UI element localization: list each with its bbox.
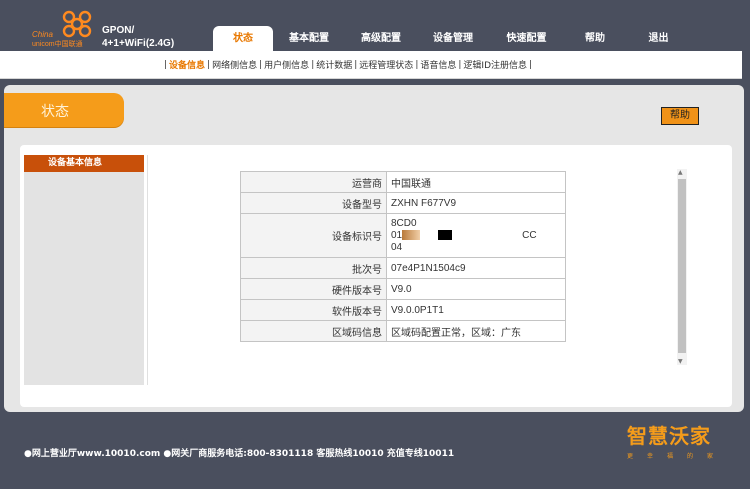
subnav-remote-management[interactable]: 远程管理状态 (359, 58, 413, 71)
subnav-statistics[interactable]: 统计数据 (316, 58, 352, 71)
device-info-table: 运营商 中国联通 设备型号 ZXHN F677V9 设备标识号 8CD0 01 C… (240, 171, 566, 342)
tab-logout[interactable]: 退出 (626, 26, 691, 51)
footer-info: ●网上营业厅www.10010.com ●网关厂商服务电话:800-830111… (24, 449, 455, 459)
section-title-tab: 状态 (4, 93, 124, 127)
software-version-label: 软件版本号 (240, 299, 387, 321)
scroll-down-icon[interactable]: ▼ (678, 358, 683, 365)
device-id-value: 8CD0 01 CC 04 (386, 213, 566, 258)
table-row: 硬件版本号 V9.0 (240, 278, 566, 300)
redaction-mark (438, 229, 453, 240)
divider (147, 155, 148, 385)
section-title: 状态 (41, 104, 69, 120)
table-row: 区域码信息 区域码配置正常，区域：广东 (240, 320, 566, 342)
model-label: 设备型号 (240, 192, 387, 214)
sidebar: 设备基本信息 (24, 155, 144, 385)
tab-quick-config[interactable]: 快速配置 (489, 26, 564, 51)
area-code-value: 区域码配置正常，区域：广东 (386, 320, 566, 342)
tab-advanced-config[interactable]: 高级配置 (345, 26, 417, 51)
table-row: 软件版本号 V9.0.0P1T1 (240, 299, 566, 321)
tab-status[interactable]: 状态 (213, 26, 273, 51)
table-row: 设备型号 ZXHN F677V9 (240, 192, 566, 214)
subnav-edge (742, 51, 750, 79)
tab-help[interactable]: 帮助 (564, 26, 626, 51)
header: China unicom中国联通 GPON/ 4+1+WiFi(2.4G) 状态… (0, 0, 750, 51)
scrollbar-thumb[interactable] (678, 179, 686, 353)
device-id-label: 设备标识号 (240, 213, 387, 258)
help-button[interactable]: 帮助 (661, 107, 699, 125)
batch-value: 07e4P1N1504c9 (386, 257, 566, 279)
content-panel: 状态 帮助 设备基本信息 运营商 中国联通 设备型号 ZXHN F677V9 设… (4, 85, 744, 412)
main-nav: 状态 基本配置 高级配置 设备管理 快速配置 帮助 退出 (213, 26, 691, 51)
scroll-up-icon[interactable]: ▲ (678, 169, 683, 176)
sidebar-item-device-basic-info[interactable]: 设备基本信息 (24, 155, 144, 172)
content-area: 设备基本信息 运营商 中国联通 设备型号 ZXHN F677V9 设备标识号 8… (20, 145, 732, 407)
subnav-voice-info[interactable]: 语音信息 (420, 58, 456, 71)
hardware-version-label: 硬件版本号 (240, 278, 387, 300)
redaction-mark (402, 229, 421, 240)
table-row: 设备标识号 8CD0 01 CC 04 (240, 213, 566, 258)
operator-label: 运营商 (240, 171, 387, 193)
software-version-value: V9.0.0P1T1 (386, 299, 566, 321)
tab-device-management[interactable]: 设备管理 (417, 26, 489, 51)
area-code-label: 区域码信息 (240, 320, 387, 342)
batch-label: 批次号 (240, 257, 387, 279)
logo-text-cn: unicom中国联通 (32, 41, 83, 48)
tab-basic-config[interactable]: 基本配置 (273, 26, 345, 51)
brand-logo: 智慧沃家 更幸福的家 (627, 420, 737, 468)
unicom-logo: China unicom中国联通 (30, 10, 100, 48)
logo-text-en: China (32, 30, 53, 39)
hardware-version-value: V9.0 (386, 278, 566, 300)
device-model-title: GPON/ 4+1+WiFi(2.4G) (102, 25, 175, 49)
brand-title: 智慧沃家 (627, 424, 711, 448)
subnav-user-info[interactable]: 用户侧信息 (264, 58, 309, 71)
sub-nav: | 设备信息 | 网络侧信息 | 用户侧信息 | 统计数据 | 远程管理状态 |… (0, 51, 750, 79)
vertical-scrollbar[interactable]: ▲ ▼ (677, 169, 687, 365)
subnav-device-info[interactable]: 设备信息 (169, 58, 205, 71)
model-value: ZXHN F677V9 (386, 192, 566, 214)
subnav-network-info[interactable]: 网络侧信息 (212, 58, 257, 71)
table-row: 运营商 中国联通 (240, 171, 566, 193)
operator-value: 中国联通 (386, 171, 566, 193)
table-row: 批次号 07e4P1N1504c9 (240, 257, 566, 279)
brand-slogan: 更幸福的家 (627, 453, 728, 460)
subnav-logical-id[interactable]: 逻辑ID注册信息 (463, 58, 527, 71)
unicom-knot-icon (62, 10, 92, 38)
